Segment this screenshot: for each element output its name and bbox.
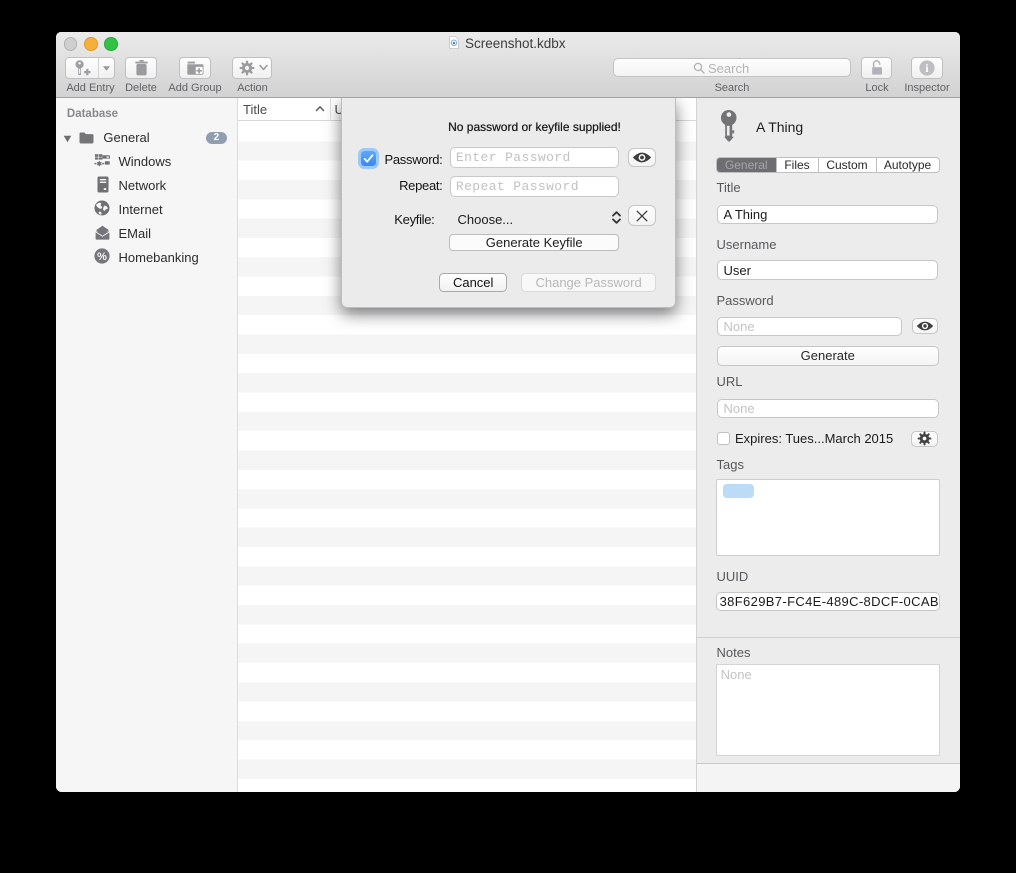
svg-text:%: % xyxy=(97,251,107,263)
